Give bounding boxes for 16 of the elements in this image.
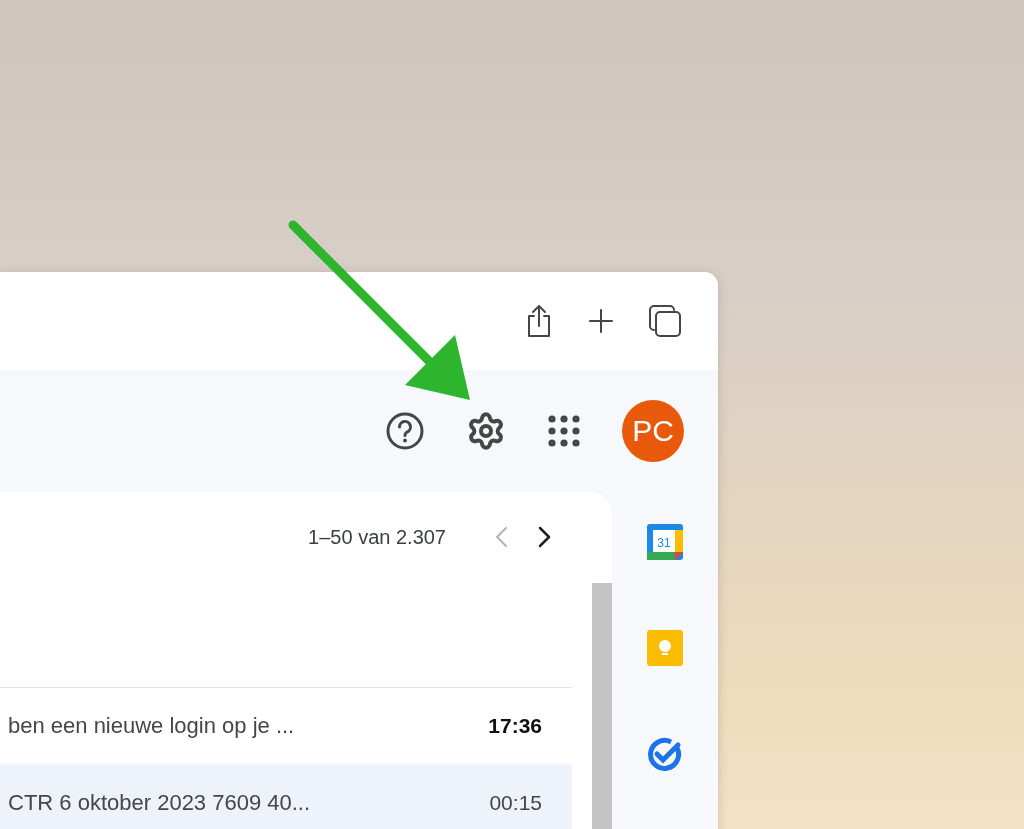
email-row[interactable]: CTR 6 oktober 2023 7609 40... 00:15 xyxy=(0,765,572,829)
pagination-range: 1–50 van 2.307 xyxy=(308,525,446,549)
account-avatar[interactable]: PC xyxy=(622,400,684,462)
email-snippet: CTR 6 oktober 2023 7609 40... xyxy=(8,789,311,816)
email-time: 17:36 xyxy=(488,713,542,738)
apps-grid-icon[interactable] xyxy=(548,415,580,447)
scrollbar[interactable] xyxy=(592,583,612,829)
settings-icon[interactable] xyxy=(466,411,506,451)
help-icon[interactable] xyxy=(386,412,424,450)
email-snippet: ben een nieuwe login op je ... xyxy=(8,712,295,739)
calendar-icon[interactable]: 31 xyxy=(647,524,683,560)
email-time: 00:15 xyxy=(489,790,542,815)
tabs-icon[interactable] xyxy=(648,304,682,338)
next-page-icon[interactable] xyxy=(538,526,552,549)
plus-icon[interactable] xyxy=(588,308,614,334)
task-check-icon[interactable] xyxy=(647,736,683,772)
